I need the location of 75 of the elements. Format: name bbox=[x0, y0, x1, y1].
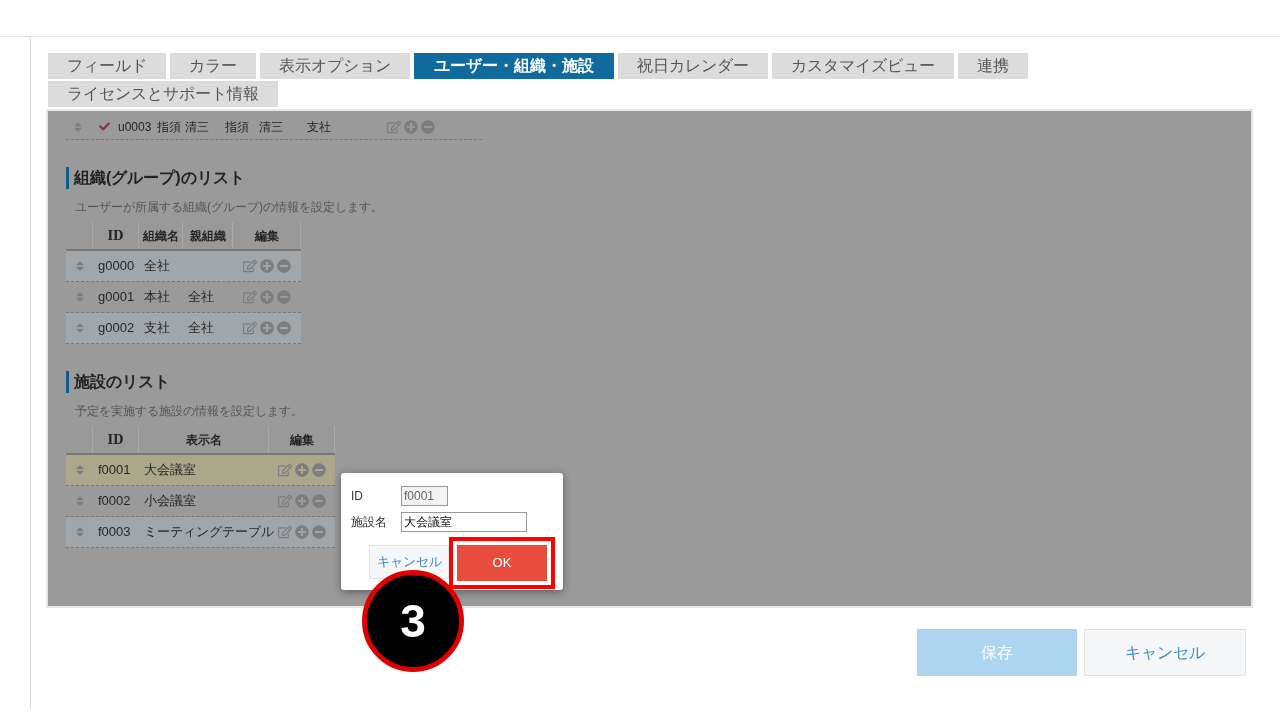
table-cell: ミーティングテーブル bbox=[144, 524, 274, 540]
edit-icon[interactable] bbox=[278, 463, 292, 477]
table-cell-text: 指須 清三 bbox=[157, 118, 209, 136]
table-cell: 支社 bbox=[144, 320, 170, 336]
table-row[interactable]: f0003 ミーティングテーブル bbox=[66, 517, 335, 548]
table-cell: g0000 bbox=[98, 258, 135, 274]
ok-button[interactable]: OK bbox=[457, 545, 547, 581]
add-icon[interactable] bbox=[260, 321, 274, 335]
sort-handle-icon[interactable] bbox=[74, 322, 85, 334]
tab[interactable]: ライセンスとサポート情報 bbox=[48, 81, 278, 107]
tab[interactable]: 祝日カレンダー bbox=[618, 53, 768, 79]
column-header: ID bbox=[93, 426, 139, 453]
add-icon[interactable] bbox=[260, 259, 274, 273]
column-header: ID bbox=[93, 222, 139, 249]
remove-icon[interactable] bbox=[312, 463, 326, 477]
table-cell: 大会議室 bbox=[144, 462, 196, 478]
tab[interactable]: カラー bbox=[170, 53, 256, 79]
table-cell: 全社 bbox=[144, 258, 170, 274]
table-cell-text: 指須 bbox=[224, 118, 249, 136]
table-cell: 小会議室 bbox=[144, 493, 196, 509]
table-cell: 全社 bbox=[188, 320, 214, 336]
table-cell-text: 支社 bbox=[306, 118, 331, 136]
tab[interactable]: カスタマイズビュー bbox=[772, 53, 954, 79]
add-icon[interactable] bbox=[295, 494, 309, 508]
field-label: 施設名 bbox=[351, 514, 388, 531]
section-title: 組織(グループ)のリスト bbox=[74, 168, 245, 188]
tab[interactable]: 連携 bbox=[958, 53, 1028, 79]
sort-handle-icon[interactable] bbox=[73, 120, 83, 133]
remove-icon[interactable] bbox=[312, 494, 326, 508]
remove-icon[interactable] bbox=[420, 119, 435, 134]
table-cell-text: 清三 bbox=[258, 118, 283, 136]
add-icon[interactable] bbox=[403, 119, 418, 134]
edit-icon[interactable] bbox=[278, 525, 292, 539]
column-header: 組織名 bbox=[139, 222, 183, 249]
field-label: ID bbox=[351, 488, 364, 505]
sort-handle-icon[interactable] bbox=[74, 526, 85, 538]
table-cell: f0002 bbox=[98, 493, 131, 509]
add-icon[interactable] bbox=[295, 525, 309, 539]
sort-handle-icon[interactable] bbox=[74, 260, 85, 272]
table-cell: 全社 bbox=[188, 289, 214, 305]
edit-icon[interactable] bbox=[243, 290, 257, 304]
table-cell: f0003 bbox=[98, 524, 131, 540]
remove-icon[interactable] bbox=[277, 259, 291, 273]
column-header: 編集 bbox=[233, 222, 301, 249]
step-badge: 3 bbox=[362, 570, 464, 672]
edit-icon[interactable] bbox=[243, 259, 257, 273]
table-cell: g0001 bbox=[98, 289, 135, 305]
table-cell: g0002 bbox=[98, 320, 135, 336]
sort-handle-icon[interactable] bbox=[74, 464, 85, 476]
tab[interactable]: 表示オプション bbox=[260, 53, 410, 79]
edit-icon[interactable] bbox=[243, 321, 257, 335]
table-row[interactable]: g0000 全社 bbox=[66, 251, 301, 282]
remove-icon[interactable] bbox=[277, 290, 291, 304]
tab[interactable]: フィールド bbox=[48, 53, 166, 79]
cancel-button[interactable]: キャンセル bbox=[369, 545, 449, 579]
remove-icon[interactable] bbox=[277, 321, 291, 335]
column-header: 表示名 bbox=[139, 426, 269, 453]
table-row[interactable]: g0002 支社 全社 bbox=[66, 313, 301, 344]
section-title: 施設のリスト bbox=[74, 372, 170, 392]
edit-icon[interactable] bbox=[278, 494, 292, 508]
tab[interactable]: ユーザー・組織・施設 bbox=[414, 53, 614, 79]
add-icon[interactable] bbox=[260, 290, 274, 304]
edit-icon[interactable] bbox=[386, 119, 401, 134]
sort-handle-icon[interactable] bbox=[74, 495, 85, 507]
table-row[interactable]: f0001 大会議室 bbox=[66, 455, 335, 486]
column-header: 親組織 bbox=[183, 222, 233, 249]
sort-handle-icon[interactable] bbox=[74, 291, 85, 303]
add-icon[interactable] bbox=[295, 463, 309, 477]
text-field[interactable]: 大会議室 bbox=[401, 512, 527, 532]
table-cell: f0001 bbox=[98, 462, 131, 478]
table-cell-text: u0003 bbox=[118, 118, 152, 136]
remove-icon[interactable] bbox=[312, 525, 326, 539]
column-header: 編集 bbox=[269, 426, 335, 453]
cancel-button[interactable]: キャンセル bbox=[1084, 629, 1246, 676]
table-cell: 本社 bbox=[144, 289, 170, 305]
